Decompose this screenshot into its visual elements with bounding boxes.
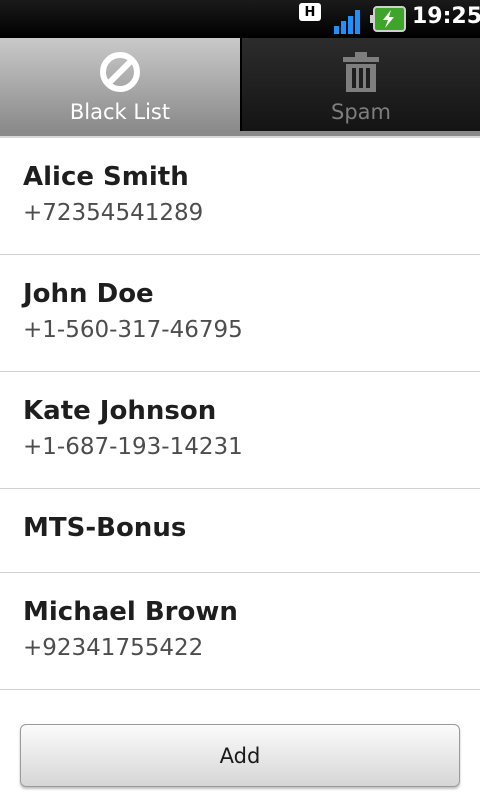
tab-bar: Black List Spam (0, 38, 480, 131)
contact-name: John Doe (23, 279, 154, 309)
status-bar: H 19:25 (0, 0, 480, 38)
contact-name: Alice Smith (23, 162, 189, 192)
list-item[interactable]: MTS-Bonus (0, 489, 480, 573)
tab-black-list[interactable]: Black List (0, 38, 240, 131)
contact-name: Michael Brown (23, 597, 238, 627)
tab-spam[interactable]: Spam (240, 38, 480, 131)
network-h-icon: H (299, 3, 321, 21)
contact-phone: +1-560-317-46795 (23, 317, 243, 343)
tab-black-list-label: Black List (69, 100, 171, 124)
add-button[interactable]: Add (20, 724, 460, 787)
trash-icon (343, 52, 379, 92)
contact-phone: +72354541289 (23, 200, 204, 226)
list-item[interactable]: Michael Brown +92341755422 (0, 573, 480, 690)
contact-name: Kate Johnson (23, 396, 217, 426)
contact-name: MTS-Bonus (23, 513, 187, 543)
blacklist-contact-list: Alice Smith +72354541289 John Doe +1-560… (0, 138, 480, 690)
signal-strength-icon (334, 10, 360, 34)
list-item[interactable]: John Doe +1-560-317-46795 (0, 255, 480, 372)
contact-phone: +1-687-193-14231 (23, 434, 243, 460)
status-clock: 19:25 (412, 4, 480, 29)
contact-phone: +92341755422 (23, 635, 204, 661)
block-icon (100, 52, 140, 92)
list-item[interactable]: Kate Johnson +1-687-193-14231 (0, 372, 480, 489)
list-item[interactable]: Alice Smith +72354541289 (0, 138, 480, 255)
tab-spam-label: Spam (331, 100, 391, 124)
battery-charging-icon (370, 6, 406, 32)
